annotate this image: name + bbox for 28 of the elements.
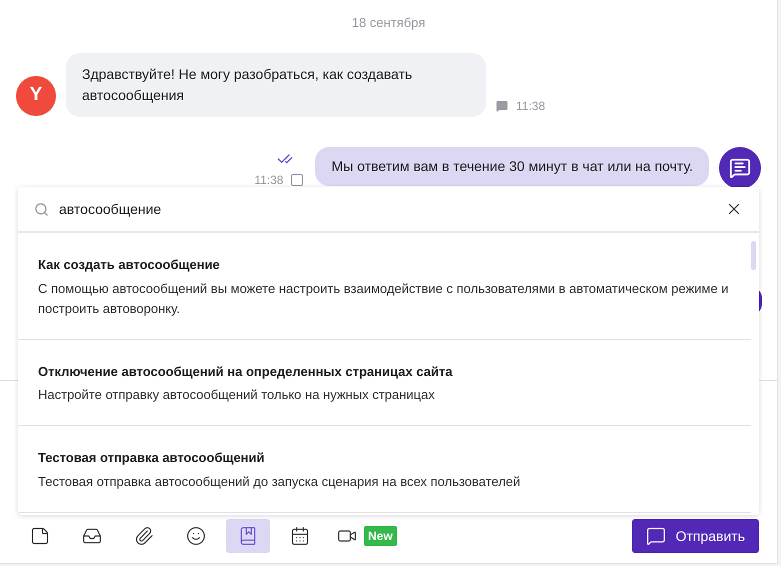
date-divider: 18 сентября [352, 14, 426, 32]
result-title: Отключение автосообщений на определенных страницах сайта [38, 362, 454, 381]
result-description: С помощью автосообщений вы можете настроить взаимодействие с пользователями в автоматическом режиме и построить автоворонку. [38, 280, 730, 318]
comment-icon [496, 100, 508, 112]
search-result[interactable]: Тестовая отправка автосообщений Тестовая отправка автосообщений до запуска сценария на всех пользователей [18, 426, 751, 512]
search-result[interactable]: Отключение автосообщений на определенных страницах сайта Настройте отправку автосообщений только на нужных страницах [18, 340, 751, 426]
speech-bubble-icon [646, 526, 666, 546]
result-description: Настройте отправку автосообщений только на нужных страницах [38, 386, 436, 404]
incoming-message: Здравствуйте! Не могу разобраться, как создавать автосообщения [66, 52, 486, 116]
result-title: Тестовая отправка автосообщений [38, 449, 266, 467]
result-description: Тестовая отправка автосообщений до запуска сценария на всех пользователей [38, 472, 522, 491]
paperclip-icon [134, 526, 154, 546]
result-title: Как создать автосообщение [38, 256, 221, 274]
calendar-icon [290, 526, 310, 546]
book-icon [238, 526, 258, 546]
message-time: 11:38 [254, 172, 284, 188]
smiley-icon [186, 526, 206, 546]
search-result[interactable]: Как создать автосообщение С помощью автосообщений вы можете настроить взаимодействие с пользователями в автоматическом режиме и построить автоворонку. [18, 233, 751, 340]
scrollbar-thumb[interactable] [751, 241, 756, 270]
note-icon [30, 526, 50, 546]
send-button[interactable]: Отправить [632, 519, 759, 553]
search-field[interactable]: автосообщение [59, 198, 715, 220]
tray-icon [82, 526, 102, 546]
user-avatar: Y [16, 76, 56, 116]
new-badge: New [364, 526, 397, 546]
search-icon [34, 202, 49, 216]
message-time: 11:38 [516, 98, 546, 114]
outgoing-message: Мы ответим вам в течение 30 минут в чат или на почту. [315, 146, 709, 186]
